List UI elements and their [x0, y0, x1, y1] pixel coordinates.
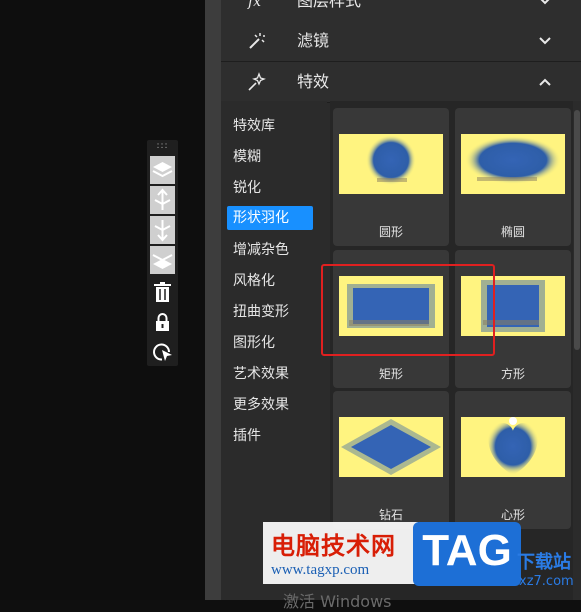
watermark-side-url: xz7.com — [519, 574, 574, 589]
section-filter[interactable]: 滤镜 — [221, 21, 581, 62]
nav-item-noise[interactable]: 增减杂色 — [227, 238, 313, 262]
svg-text:fx: fx — [247, 0, 261, 10]
watermark-logo-text: TAG — [422, 526, 512, 575]
nav-item-plugins[interactable]: 插件 — [227, 424, 313, 448]
move-down-icon[interactable] — [150, 216, 175, 244]
preset-card-heart[interactable]: 心形 — [455, 391, 571, 529]
nav-item-blur[interactable]: 模糊 — [227, 145, 313, 169]
preset-label: 钻石 — [378, 508, 403, 522]
preview-thumbnail — [461, 417, 565, 477]
nav-item-sharpen[interactable]: 锐化 — [227, 176, 313, 200]
watermark-title: 电脑技术网 — [271, 532, 396, 560]
preview-thumbnail — [339, 134, 443, 194]
watermark-url: www.tagxp.com — [271, 562, 370, 578]
nav-item-effect-library[interactable]: 特效库 — [227, 114, 313, 138]
highlight-annotation — [321, 264, 495, 356]
nav-item-artistic[interactable]: 艺术效果 — [227, 362, 313, 386]
section-label: 滤镜 — [297, 31, 330, 50]
move-up-icon[interactable] — [150, 186, 175, 214]
drag-handle[interactable]: ::: — [147, 140, 178, 154]
preset-label: 圆形 — [378, 225, 403, 239]
sparkle-wand-icon — [246, 72, 266, 92]
preset-card-ellipse[interactable]: 椭圆 — [455, 108, 571, 246]
preset-card-circle[interactable]: 圆形 — [333, 108, 449, 246]
layer-toolbar: ::: — [147, 140, 178, 366]
preset-label: 椭圆 — [500, 225, 525, 239]
nav-item-shape-feather[interactable]: 形状羽化 — [227, 206, 313, 230]
magic-wand-icon — [246, 31, 266, 51]
trash-icon[interactable] — [150, 280, 175, 306]
watermark-logo: TAG — [413, 522, 521, 586]
section-layer-style[interactable]: fx 图层样式 — [221, 0, 581, 22]
preview-thumbnail — [461, 134, 565, 194]
preview-thumbnail — [339, 417, 443, 477]
nav-item-graphic[interactable]: 图形化 — [227, 331, 313, 355]
select-cursor-icon[interactable] — [150, 339, 175, 365]
preset-label: 矩形 — [378, 367, 403, 381]
layers-bottom-icon[interactable] — [150, 246, 175, 274]
activate-windows-text: 激活 Windows — [283, 592, 392, 611]
scrollbar-thumb[interactable] — [574, 110, 580, 350]
preset-card-diamond[interactable]: 钻石 — [333, 391, 449, 529]
chevron-down-icon[interactable] — [537, 0, 553, 9]
nav-item-more-effects[interactable]: 更多效果 — [227, 393, 313, 417]
preset-label: 心形 — [500, 508, 525, 522]
nav-item-stylize[interactable]: 风格化 — [227, 269, 313, 293]
watermark-side-text: 下载站 — [517, 552, 571, 573]
lock-icon[interactable] — [150, 310, 175, 336]
watermark: 电脑技术网 www.tagxp.com TAG 下载站 xz7.com 激活 W… — [263, 522, 581, 611]
section-label: 图层样式 — [297, 0, 362, 10]
section-effects[interactable]: 特效 — [221, 62, 581, 103]
nav-item-distort[interactable]: 扭曲变形 — [227, 300, 313, 324]
chevron-down-icon[interactable] — [537, 33, 553, 49]
section-label: 特效 — [297, 72, 330, 91]
chevron-up-icon[interactable] — [537, 74, 553, 90]
layers-icon[interactable] — [150, 156, 175, 184]
fx-icon: fx — [246, 0, 266, 11]
canvas-edge — [205, 0, 221, 600]
preset-label: 方形 — [500, 367, 525, 381]
